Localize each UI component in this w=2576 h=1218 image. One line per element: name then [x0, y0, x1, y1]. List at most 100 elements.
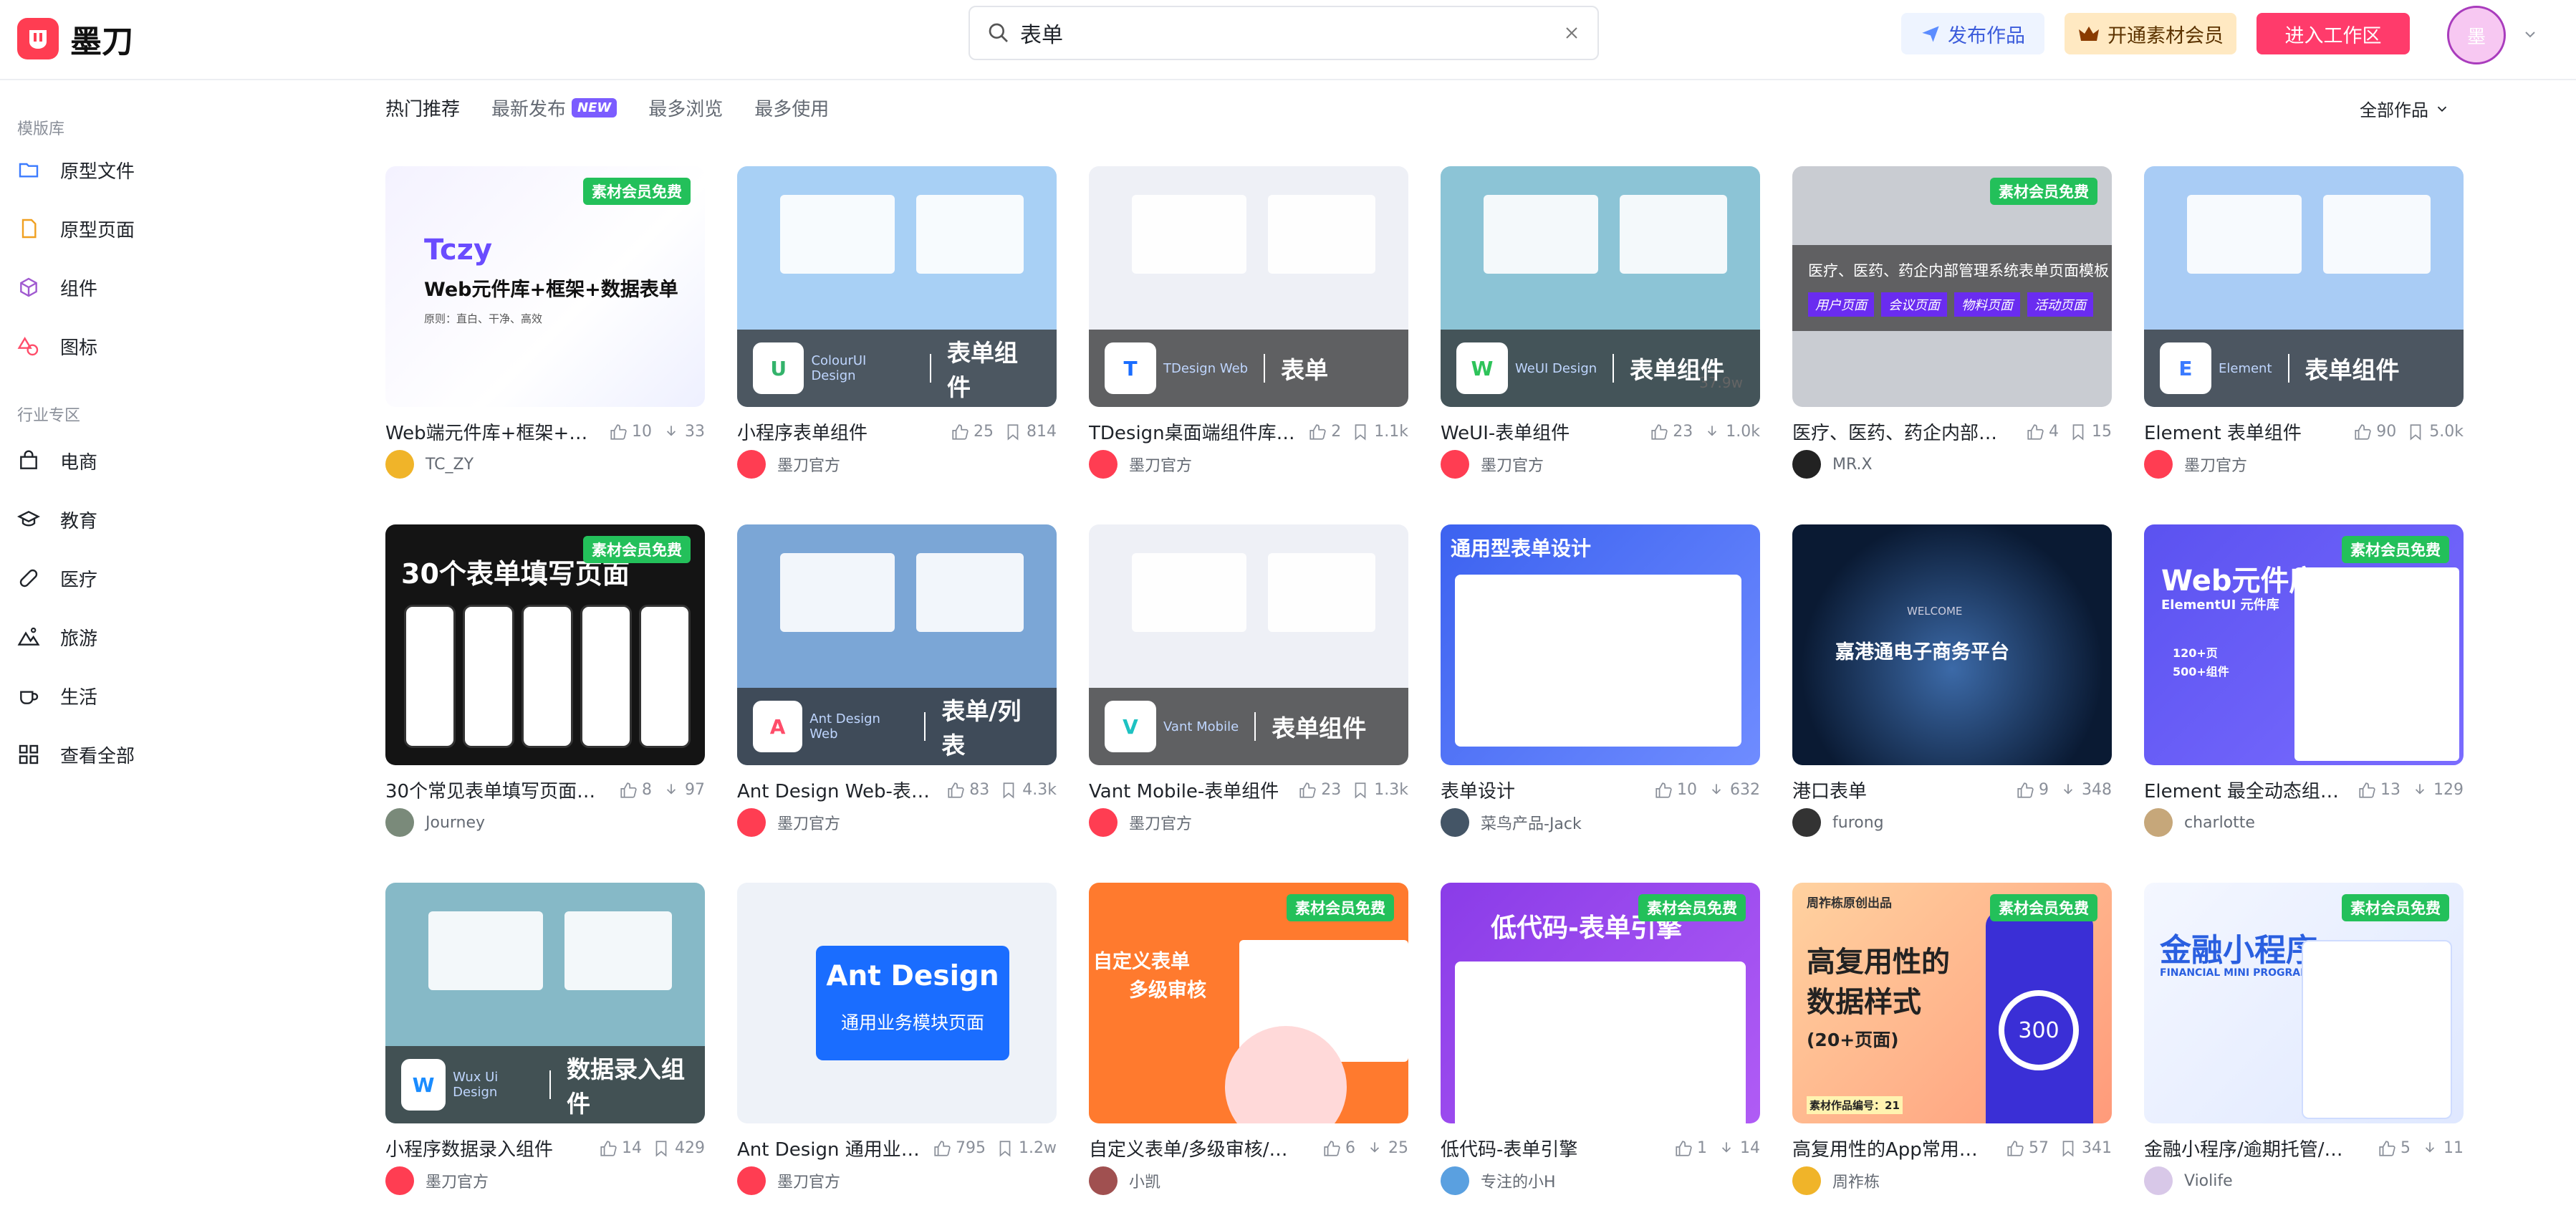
download-icon[interactable]	[2421, 1139, 2439, 1158]
template-card[interactable]: WELCOME 嘉港通电子商务平台 港口表单 9 348 furong	[1792, 524, 2112, 837]
card-thumbnail[interactable]: 30个表单填写页面 素材会员免费	[385, 524, 705, 765]
tab-hot[interactable]: 热门推荐	[385, 95, 460, 121]
like-icon[interactable]	[2378, 1139, 2396, 1158]
template-card[interactable]: 30个表单填写页面 素材会员免费 30个常见表单填写页面模版 8 97 Jour…	[385, 524, 705, 837]
like-icon[interactable]	[1308, 423, 1327, 441]
card-author[interactable]: 墨刀官方	[385, 1166, 489, 1195]
card-author[interactable]: 墨刀官方	[737, 808, 840, 837]
template-card[interactable]: 37.9w W WeUI Design 表单组件 WeUI-表单组件 23 1.…	[1441, 166, 1760, 479]
card-author[interactable]: 墨刀官方	[1089, 450, 1192, 479]
like-icon[interactable]	[2026, 423, 2044, 441]
card-title[interactable]: 高复用性的App常用数据样式	[1792, 1135, 1996, 1161]
like-icon[interactable]	[1298, 781, 1317, 800]
card-author[interactable]: 周祚栋	[1792, 1166, 1880, 1195]
download-icon[interactable]	[1365, 1139, 1384, 1158]
like-icon[interactable]	[951, 423, 969, 441]
card-title[interactable]: 自定义表单/多级审核/模块化表单	[1089, 1135, 1304, 1161]
card-author[interactable]: TC_ZY	[385, 450, 474, 479]
search-input[interactable]: 表单	[969, 6, 1599, 60]
card-thumbnail[interactable]: Tczy Web元件库+框架+数据表单 原则：直白、干净、高效 素材会员免费	[385, 166, 705, 407]
logo[interactable]: 墨刀	[17, 16, 133, 62]
template-card[interactable]: T TDesign Web 表单 TDesign桌面端组件库：表单 2 1.1k…	[1089, 166, 1408, 479]
like-icon[interactable]	[1674, 1139, 1693, 1158]
card-author[interactable]: MR.X	[1792, 450, 1873, 479]
bookmark-icon[interactable]	[652, 1139, 671, 1158]
sidebar-item-components[interactable]: 组件	[17, 269, 97, 305]
template-card[interactable]: 医疗、医药、药企内部管理系统表单页面模板 用户页面 会议页面 物料页面 活动页面 素材…	[1792, 166, 2112, 479]
like-icon[interactable]	[1650, 423, 1668, 441]
card-thumbnail[interactable]: A Ant Design Web 表单/列表	[737, 524, 1057, 765]
card-title[interactable]: Element 表单组件	[2144, 418, 2302, 445]
card-author[interactable]: charlotte	[2144, 808, 2255, 837]
sidebar-item-travel[interactable]: 旅游	[17, 619, 97, 655]
template-card[interactable]: W Wux Ui Design 数据录入组件 小程序数据录入组件 14 429 …	[385, 883, 705, 1195]
like-icon[interactable]	[619, 781, 638, 800]
bookmark-icon[interactable]	[2406, 423, 2425, 441]
card-author[interactable]: furong	[1792, 808, 1884, 837]
sidebar-item-icons[interactable]: 图标	[17, 328, 97, 364]
card-thumbnail[interactable]: 通用型表单设计	[1441, 524, 1760, 765]
card-thumbnail[interactable]: 自定义表单 多级审核 素材会员免费	[1089, 883, 1408, 1123]
download-icon[interactable]	[2059, 781, 2077, 800]
card-author[interactable]: Journey	[385, 808, 485, 837]
template-card[interactable]: Ant Design 通用业务模块页面 Ant Design 通用业务模块页面 …	[737, 883, 1057, 1195]
card-title[interactable]: Ant Design 通用业务模块页面	[737, 1135, 923, 1161]
download-icon[interactable]	[662, 781, 681, 800]
card-title[interactable]: 港口表单	[1792, 777, 1867, 803]
bookmark-icon[interactable]	[999, 781, 1018, 800]
card-title[interactable]: Element 最全动态组件库	[2144, 777, 2347, 803]
card-thumbnail[interactable]: W Wux Ui Design 数据录入组件	[385, 883, 705, 1123]
card-thumbnail[interactable]: E Element 表单组件	[2144, 166, 2464, 407]
template-card[interactable]: Tczy Web元件库+框架+数据表单 原则：直白、干净、高效 素材会员免费 We…	[385, 166, 705, 479]
like-icon[interactable]	[933, 1139, 951, 1158]
card-thumbnail[interactable]: T TDesign Web 表单	[1089, 166, 1408, 407]
vip-button[interactable]: 开通素材会员	[2065, 13, 2236, 54]
workspace-button[interactable]: 进入工作区	[2257, 13, 2410, 54]
card-title[interactable]: Vant Mobile-表单组件	[1089, 777, 1279, 803]
bookmark-icon[interactable]	[996, 1139, 1014, 1158]
tab-most-used[interactable]: 最多使用	[754, 95, 829, 121]
card-thumbnail[interactable]: Web元件库 ElementUI 元件库 120+页 500+组件 素材会员免费	[2144, 524, 2464, 765]
card-thumbnail[interactable]: 37.9w W WeUI Design 表单组件	[1441, 166, 1760, 407]
download-icon[interactable]	[2411, 781, 2429, 800]
template-card[interactable]: 低代码-表单引擎 素材会员免费 低代码-表单引擎 1 14 专注的小H	[1441, 883, 1760, 1195]
card-title[interactable]: 小程序表单组件	[737, 418, 868, 445]
card-title[interactable]: WeUI-表单组件	[1441, 418, 1570, 445]
card-title[interactable]: 金融小程序/逾期托管/表单设计	[2144, 1135, 2359, 1161]
like-icon[interactable]	[1654, 781, 1673, 800]
publish-button[interactable]: 发布作品	[1901, 13, 2044, 54]
card-author[interactable]: 墨刀官方	[737, 450, 840, 479]
card-title[interactable]: TDesign桌面端组件库：表单	[1089, 418, 1298, 445]
template-card[interactable]: 金融小程序 FINANCIAL MINI PROGRAM 素材会员免费 金融小程…	[2144, 883, 2464, 1195]
works-filter-dropdown[interactable]: 全部作品	[2360, 96, 2450, 121]
card-author[interactable]: 墨刀官方	[2144, 450, 2247, 479]
like-icon[interactable]	[2016, 781, 2034, 800]
sidebar-item-prototype-files[interactable]: 原型文件	[17, 152, 135, 188]
card-author[interactable]: 小凯	[1089, 1166, 1160, 1195]
download-icon[interactable]	[1717, 1139, 1736, 1158]
bookmark-icon[interactable]	[1351, 781, 1370, 800]
like-icon[interactable]	[2006, 1139, 2024, 1158]
card-title[interactable]: 表单设计	[1441, 777, 1515, 803]
sidebar-item-view-all[interactable]: 查看全部	[17, 737, 135, 772]
sidebar-item-ecommerce[interactable]: 电商	[17, 443, 97, 479]
like-icon[interactable]	[2358, 781, 2376, 800]
tab-most-viewed[interactable]: 最多浏览	[648, 95, 723, 121]
bookmark-icon[interactable]	[2069, 423, 2087, 441]
template-card[interactable]: A Ant Design Web 表单/列表 Ant Design Web-表单…	[737, 524, 1057, 837]
card-title[interactable]: 30个常见表单填写页面模版	[385, 777, 600, 803]
download-icon[interactable]	[662, 423, 681, 441]
card-title[interactable]: 医疗、医药、药企内部管理系统表单页面模板	[1792, 418, 2007, 445]
card-title[interactable]: Ant Design Web-表单/列表	[737, 777, 936, 803]
like-icon[interactable]	[599, 1139, 617, 1158]
template-card[interactable]: V Vant Mobile 表单组件 Vant Mobile-表单组件 23 1…	[1089, 524, 1408, 837]
card-author[interactable]: 专注的小H	[1441, 1166, 1556, 1195]
user-avatar[interactable]: 墨	[2447, 6, 2506, 64]
sidebar-item-education[interactable]: 教育	[17, 502, 97, 537]
like-icon[interactable]	[1322, 1139, 1341, 1158]
sidebar-item-life[interactable]: 生活	[17, 678, 97, 714]
template-card[interactable]: 自定义表单 多级审核 素材会员免费 自定义表单/多级审核/模块化表单 6 25 …	[1089, 883, 1408, 1195]
card-author[interactable]: 墨刀官方	[1441, 450, 1544, 479]
card-author[interactable]: 墨刀官方	[737, 1166, 840, 1195]
download-icon[interactable]	[1707, 781, 1726, 800]
